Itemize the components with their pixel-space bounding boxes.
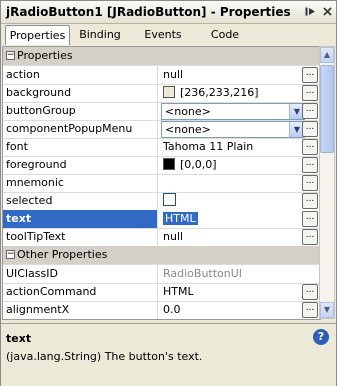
property-value[interactable] <box>159 174 320 192</box>
property-name: text <box>3 210 158 228</box>
tab-events[interactable]: Events <box>137 25 189 44</box>
combo-value: <none> <box>165 123 211 136</box>
ellipsis-button[interactable]: ... <box>302 85 318 101</box>
description-title: text <box>6 332 32 345</box>
property-sheet: − Properties action null ... background … <box>2 46 321 320</box>
ellipsis-button[interactable]: ... <box>302 67 318 83</box>
ellipsis-button[interactable]: ... <box>302 302 318 318</box>
title-bar: jRadioButton1 [JRadioButton] - Propertie… <box>1 1 336 24</box>
help-icon[interactable]: ? <box>313 329 329 345</box>
property-row-selected[interactable]: selected ... <box>3 192 320 211</box>
dock-icon[interactable] <box>304 5 317 18</box>
property-row-uiclassid[interactable]: UIClassID RadioButtonUI <box>3 265 320 284</box>
property-name: foreground <box>3 156 158 174</box>
ellipsis-button[interactable]: ... <box>302 157 318 173</box>
property-row-componentpopupmenu[interactable]: componentPopupMenu <none> ▼ ... <box>3 120 320 139</box>
category-label: Properties <box>17 49 73 62</box>
property-value[interactable]: Tahoma 11 Plain <box>159 138 320 156</box>
ellipsis-button[interactable]: ... <box>302 284 318 300</box>
window-title: jRadioButton1 [JRadioButton] - Propertie… <box>6 5 291 19</box>
property-value[interactable]: [236,233,216] <box>159 84 320 102</box>
color-swatch <box>163 158 175 170</box>
property-name: selected <box>3 192 158 210</box>
close-icon[interactable] <box>321 5 334 18</box>
property-name: font <box>3 138 158 156</box>
collapse-icon[interactable]: − <box>6 51 15 60</box>
ellipsis-button[interactable]: ... <box>302 211 318 227</box>
property-name: action <box>3 66 158 84</box>
selected-checkbox[interactable] <box>163 193 176 206</box>
property-value[interactable]: 0.0 <box>159 301 320 319</box>
property-name: alignmentX <box>3 301 158 319</box>
property-row-mnemonic[interactable]: mnemonic ... <box>3 174 320 193</box>
buttongroup-combo[interactable]: <none> ▼ <box>161 103 305 120</box>
property-value[interactable]: null <box>159 228 320 246</box>
property-name: componentPopupMenu <box>3 120 158 138</box>
collapse-icon[interactable]: − <box>6 250 15 259</box>
property-row-alignmentx[interactable]: alignmentX 0.0 ... <box>3 301 320 319</box>
ellipsis-button[interactable]: ... <box>302 121 318 137</box>
property-name: UIClassID <box>3 265 158 283</box>
property-value: RadioButtonUI <box>163 267 243 280</box>
property-name: buttonGroup <box>3 102 158 120</box>
ellipsis-button[interactable]: ... <box>302 139 318 155</box>
scroll-up-icon[interactable]: ▲ <box>320 47 334 63</box>
property-row-background[interactable]: background [236,233,216] ... <box>3 84 320 103</box>
property-row-actioncommand[interactable]: actionCommand HTML ... <box>3 283 320 302</box>
description-panel: text (java.lang.String) The button's tex… <box>1 323 336 386</box>
property-value[interactable]: HTML <box>159 283 320 301</box>
properties-window: jRadioButton1 [JRadioButton] - Propertie… <box>0 0 337 386</box>
ellipsis-button[interactable]: ... <box>302 175 318 191</box>
scroll-thumb[interactable] <box>320 65 334 153</box>
color-swatch <box>163 86 175 98</box>
color-value: [0,0,0] <box>180 158 217 171</box>
property-value[interactable]: null <box>159 66 320 84</box>
ellipsis-button[interactable]: ... <box>302 229 318 245</box>
property-name: actionCommand <box>3 283 158 301</box>
property-value[interactable]: HTML <box>159 210 320 228</box>
category-label: Other Properties <box>17 248 108 261</box>
property-row-tooltiptext[interactable]: toolTipText null ... <box>3 228 320 247</box>
category-properties[interactable]: − Properties <box>3 47 320 66</box>
property-value[interactable]: [0,0,0] <box>159 156 320 174</box>
color-value: [236,233,216] <box>180 86 259 99</box>
combo-value: <none> <box>165 105 211 118</box>
tab-properties[interactable]: Properties <box>5 25 70 45</box>
tab-code[interactable]: Code <box>202 25 248 44</box>
property-name: background <box>3 84 158 102</box>
property-name: toolTipText <box>3 228 158 246</box>
property-row-font[interactable]: font Tahoma 11 Plain ... <box>3 138 320 157</box>
tab-bar: Properties Binding Events Code <box>1 24 336 46</box>
ellipsis-button[interactable]: ... <box>302 193 318 209</box>
scroll-down-icon[interactable]: ▼ <box>320 302 334 318</box>
property-row-buttongroup[interactable]: buttonGroup <none> ▼ ... <box>3 102 320 121</box>
tab-binding[interactable]: Binding <box>75 25 125 44</box>
property-name: mnemonic <box>3 174 158 192</box>
property-row-foreground[interactable]: foreground [0,0,0] ... <box>3 156 320 175</box>
property-row-action[interactable]: action null ... <box>3 66 320 85</box>
property-row-text[interactable]: text HTML ... <box>3 210 320 229</box>
vertical-scrollbar[interactable]: ▲ ▼ <box>319 46 335 319</box>
popupmenu-combo[interactable]: <none> ▼ <box>161 121 305 138</box>
property-value[interactable] <box>159 192 320 210</box>
description-text: (java.lang.String) The button's text. <box>6 350 203 363</box>
text-editor-value[interactable]: HTML <box>163 212 198 225</box>
ellipsis-button[interactable]: ... <box>302 103 318 119</box>
category-other-properties[interactable]: − Other Properties <box>3 246 320 265</box>
